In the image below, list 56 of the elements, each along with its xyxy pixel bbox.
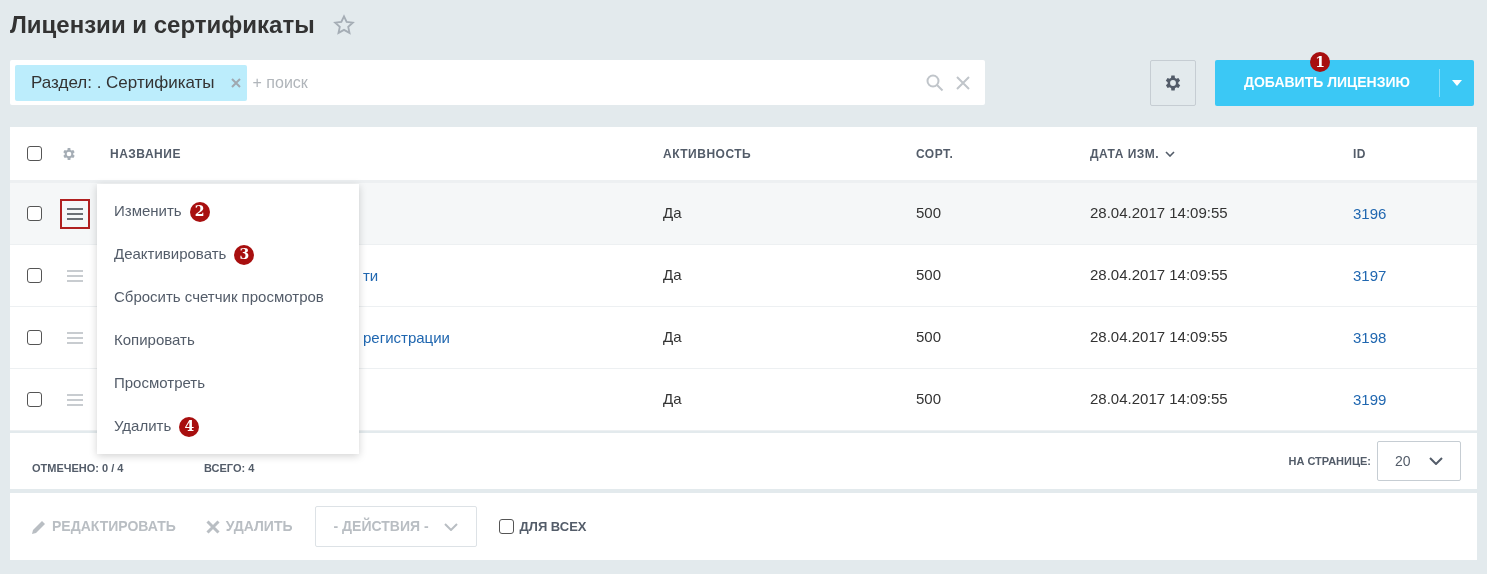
menu-icon[interactable] <box>60 198 90 229</box>
checkbox[interactable] <box>27 146 42 161</box>
checkbox[interactable] <box>498 519 514 534</box>
id-link[interactable]: 3198 <box>1353 328 1387 346</box>
table-cell-text: 28.04.2017 14:09:55 <box>1090 327 1229 348</box>
checkbox[interactable] <box>27 330 42 345</box>
column-header[interactable]: АКТИВНОСТЬ <box>663 144 916 163</box>
settings-icon <box>61 145 77 162</box>
table-cell-text: 28.04.2017 14:09:55 <box>1090 265 1229 286</box>
annotation-badge: 4 <box>179 416 200 437</box>
id-link[interactable]: 3197 <box>1353 266 1387 284</box>
table-cell-text: 500 <box>916 265 943 286</box>
menu-item[interactable]: Изменить <box>114 200 182 223</box>
table-cell-text: Да <box>663 389 683 410</box>
per-page-label: НА СТРАНИЦЕ: <box>1288 453 1371 469</box>
menu-item[interactable]: Сбросить счетчик просмотров <box>114 286 324 309</box>
column-header[interactable]: НАЗВАНИЕ <box>110 144 663 163</box>
menu-item[interactable]: Просмотреть <box>114 372 206 395</box>
table-cell-text: 500 <box>916 203 943 224</box>
close-icon <box>205 519 220 534</box>
license-link[interactable]: ти <box>363 266 379 284</box>
id-link[interactable]: 3199 <box>1353 390 1387 408</box>
table-cell-text: 500 <box>916 327 943 348</box>
table-cell-text: 28.04.2017 14:09:55 <box>1090 389 1229 410</box>
settings-button[interactable] <box>1150 59 1196 106</box>
page-title: Лицензии и сертификаты <box>10 10 315 40</box>
star-icon[interactable] <box>332 14 355 36</box>
tag-label: Раздел: . Сертификаты <box>31 71 215 94</box>
license-link[interactable]: регистрации <box>363 328 450 346</box>
for-all-label: ДЛЯ ВСЕХ <box>519 517 587 536</box>
id-link[interactable]: 3196 <box>1353 204 1387 222</box>
search-input[interactable]: + поиск <box>252 70 926 95</box>
column-header[interactable]: СОРТ. <box>916 144 1090 163</box>
chevron-icon <box>443 522 458 531</box>
table-cell-text: Да <box>663 327 683 348</box>
filter-tag[interactable]: Раздел: . Сертификаты <box>15 64 247 101</box>
table-cell-text: 28.04.2017 14:09:55 <box>1090 203 1229 224</box>
filter-search-field[interactable]: Раздел: . Сертификаты + поиск <box>10 60 985 105</box>
checkbox[interactable] <box>27 206 42 221</box>
per-page-select[interactable]: 20 <box>1377 441 1461 481</box>
chevron-icon <box>1429 457 1443 465</box>
table-cell-text: Да <box>663 265 683 286</box>
annotation-badge: 3 <box>234 244 255 265</box>
table-cell-text: Да <box>663 203 683 224</box>
total-count: ВСЕГО: 4 <box>204 460 255 476</box>
column-header[interactable]: ДАТА ИЗМ. <box>1090 144 1353 163</box>
sort-caret-icon[interactable] <box>1165 150 1176 157</box>
menu-item[interactable]: Копировать <box>114 329 195 352</box>
checkbox[interactable] <box>27 268 42 283</box>
checkbox[interactable] <box>27 392 42 407</box>
annotation-badge: 2 <box>189 201 210 222</box>
checked-count: ОТМЕЧЕНО: 0 / 4 <box>32 460 125 476</box>
table-cell-text: 500 <box>916 389 943 410</box>
annotation-badge: 1 <box>1310 52 1330 72</box>
column-header[interactable]: ID <box>1353 144 1477 163</box>
menu-item[interactable]: Деактивировать <box>114 243 227 266</box>
